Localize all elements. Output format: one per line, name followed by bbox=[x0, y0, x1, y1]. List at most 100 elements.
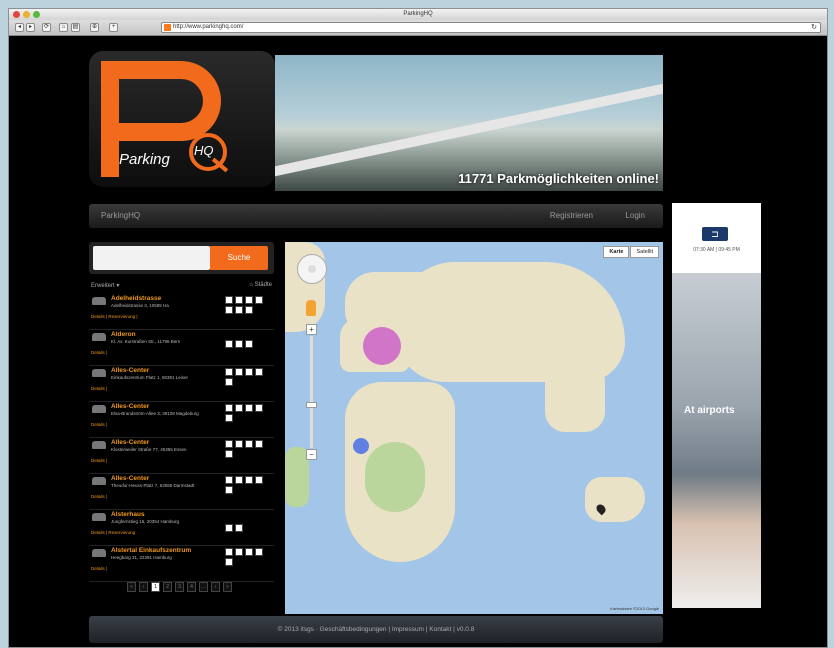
ad-text: At airports bbox=[684, 405, 735, 416]
feature-icon bbox=[255, 548, 263, 556]
result-title[interactable]: Alderon bbox=[111, 331, 136, 338]
list-item[interactable]: Alles-Center Klosterweiler Straße 77, 45… bbox=[89, 438, 274, 474]
add-tab-icon[interactable]: + bbox=[109, 23, 118, 32]
result-links[interactable]: Details | bbox=[91, 458, 107, 463]
land-australia bbox=[585, 477, 645, 522]
window-title: ParkingHQ bbox=[403, 11, 433, 17]
feature-icon bbox=[245, 296, 253, 304]
tab-map[interactable]: Karte bbox=[603, 246, 630, 258]
page-next[interactable]: › bbox=[211, 582, 220, 592]
page-first[interactable]: « bbox=[127, 582, 136, 592]
pagination: « ‹ 1 2 3 4 … › » bbox=[127, 582, 232, 592]
ad-logo-icon: ⊐ bbox=[702, 227, 728, 241]
zoom-slider-handle[interactable] bbox=[306, 402, 317, 408]
login-link[interactable]: Login bbox=[625, 204, 645, 228]
feature-icon bbox=[245, 404, 253, 412]
search-box: Suche bbox=[89, 242, 274, 274]
globe-icon[interactable]: ⊕ bbox=[90, 23, 99, 32]
car-icon bbox=[92, 477, 106, 485]
tab-satellite[interactable]: Satellit bbox=[630, 246, 659, 258]
zoom-button[interactable] bbox=[33, 11, 40, 18]
minimize-button[interactable] bbox=[23, 11, 30, 18]
feature-icon bbox=[245, 476, 253, 484]
nav-brand[interactable]: ParkingHQ bbox=[101, 204, 140, 228]
result-links[interactable]: Details | bbox=[91, 386, 107, 391]
car-icon bbox=[92, 369, 106, 377]
result-title[interactable]: Alles-Center bbox=[111, 403, 149, 410]
cities-label: Städte bbox=[254, 282, 272, 288]
result-title[interactable]: Alles-Center bbox=[111, 367, 149, 374]
result-links[interactable]: Details | bbox=[91, 422, 107, 427]
feature-icon bbox=[225, 486, 233, 494]
result-links[interactable]: Details | bbox=[91, 350, 107, 355]
marker-cluster-europe[interactable] bbox=[363, 327, 401, 365]
result-links[interactable]: Details | bbox=[91, 566, 107, 571]
car-icon bbox=[92, 513, 106, 521]
reload-icon[interactable]: ↻ bbox=[811, 23, 817, 32]
chevron-down-icon: ▾ bbox=[116, 283, 120, 289]
url-field[interactable]: http://www.parkinghq.com/ ↻ bbox=[161, 22, 821, 33]
page-prev[interactable]: ‹ bbox=[139, 582, 148, 592]
feature-icon bbox=[245, 548, 253, 556]
page-3[interactable]: 3 bbox=[175, 582, 184, 592]
result-links[interactable]: Details | bbox=[91, 494, 107, 499]
home-icon[interactable]: ⌂ bbox=[59, 23, 68, 32]
forward-icon[interactable]: ▸ bbox=[26, 23, 35, 32]
result-title[interactable]: Adelheidstrasse bbox=[111, 295, 161, 302]
search-input[interactable] bbox=[93, 246, 210, 270]
cities-link[interactable]: ⌂ Städte bbox=[249, 282, 272, 288]
car-icon bbox=[92, 549, 106, 557]
list-item[interactable]: Alles-Center Elsa-Brandström-Allee 3, 39… bbox=[89, 402, 274, 438]
ad-banner[interactable]: ⊐ 07:30 AM | 09:45 PM At airports bbox=[672, 203, 761, 608]
car-icon bbox=[92, 297, 106, 305]
bookmark-icon[interactable]: ▤ bbox=[71, 23, 80, 32]
close-button[interactable] bbox=[13, 11, 20, 18]
list-item[interactable]: Alles-Center Einkaufszentrum Platz 1, 80… bbox=[89, 366, 274, 402]
list-item[interactable]: Adelheidstrasse Adelheidstrasse 3, 10585… bbox=[89, 294, 274, 330]
result-links[interactable]: Details | Reservierung bbox=[91, 530, 135, 535]
search-button[interactable]: Suche bbox=[210, 246, 268, 270]
register-link[interactable]: Registrieren bbox=[550, 204, 593, 228]
feature-icon bbox=[225, 450, 233, 458]
browser-window: ParkingHQ ◂ ▸ ⟳ ⌂ ▤ ⊕ + http://www.parki… bbox=[8, 8, 828, 648]
feature-icon bbox=[225, 404, 233, 412]
pegman-icon[interactable] bbox=[306, 300, 316, 316]
feature-icon bbox=[245, 368, 253, 376]
result-address: Heegbarg 31, 22391 Hamburg bbox=[111, 555, 172, 560]
page-2[interactable]: 2 bbox=[163, 582, 172, 592]
feature-icon bbox=[235, 306, 243, 314]
page-1[interactable]: 1 bbox=[151, 582, 160, 592]
result-title[interactable]: Alstertal Einkaufszentrum bbox=[111, 547, 191, 554]
zoom-slider[interactable] bbox=[310, 336, 313, 448]
result-title[interactable]: Alsterhaus bbox=[111, 511, 145, 518]
pan-control[interactable] bbox=[297, 254, 327, 284]
page-4[interactable]: 4 bbox=[187, 582, 196, 592]
zoom-out-button[interactable]: − bbox=[306, 449, 317, 460]
list-item[interactable]: Alsterhaus Jungfernstieg 16, 20354 Hambu… bbox=[89, 510, 274, 546]
list-item[interactable]: Alstertal Einkaufszentrum Heegbarg 31, 2… bbox=[89, 546, 274, 582]
page-footer[interactable]: © 2013 itsgs · Geschäftsbedingungen | Im… bbox=[89, 616, 663, 643]
page-last[interactable]: » bbox=[223, 582, 232, 592]
feature-icon bbox=[245, 440, 253, 448]
feature-icon bbox=[255, 296, 263, 304]
zoom-control: + − bbox=[306, 324, 317, 460]
feature-icon bbox=[225, 368, 233, 376]
zoom-in-button[interactable]: + bbox=[306, 324, 317, 335]
site-logo[interactable]: Parking HQ bbox=[89, 51, 275, 187]
list-item[interactable]: Alderon Kl. Av. Kurstraßen Str., 11796 B… bbox=[89, 330, 274, 366]
list-item[interactable]: Alles-Center Theodor-Heuss-Platz 7, 6306… bbox=[89, 474, 274, 510]
result-title[interactable]: Alles-Center bbox=[111, 439, 149, 446]
world-map[interactable]: Karte Satellit + − Kartendaten ©2013 Goo… bbox=[285, 242, 663, 614]
marker-cluster-africa[interactable] bbox=[353, 438, 369, 454]
advanced-search-link[interactable]: Erweitert ▾ bbox=[91, 282, 119, 289]
header-banner: 11771 Parkmöglichkeiten online! bbox=[275, 55, 663, 191]
sync-icon[interactable]: ⟳ bbox=[42, 23, 51, 32]
feature-icon bbox=[225, 414, 233, 422]
search-sidebar: Suche Erweitert ▾ ⌂ Städte Adelheidstras… bbox=[89, 242, 274, 614]
result-title[interactable]: Alles-Center bbox=[111, 475, 149, 482]
map-type-tabs: Karte Satellit bbox=[603, 246, 659, 258]
back-icon[interactable]: ◂ bbox=[15, 23, 24, 32]
result-links[interactable]: Details | Reservierung | bbox=[91, 314, 138, 319]
logo-hq-text: HQ bbox=[194, 143, 214, 158]
logo-text: Parking bbox=[119, 151, 170, 168]
